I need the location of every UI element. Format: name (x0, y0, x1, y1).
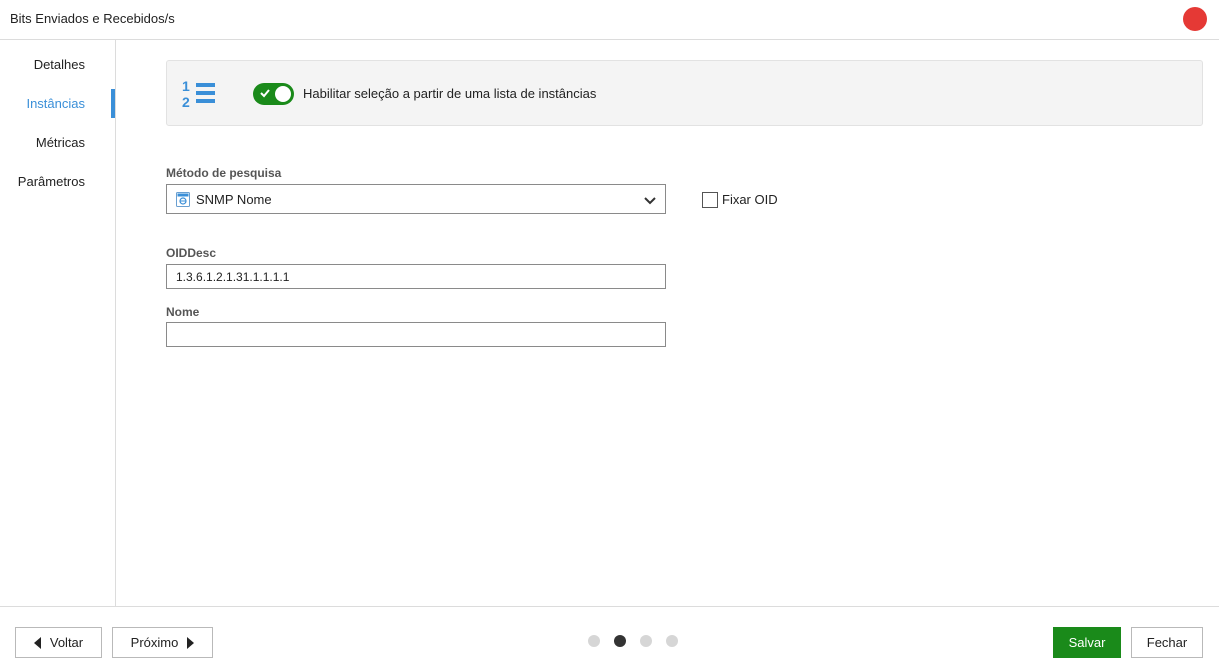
save-button[interactable]: Salvar (1053, 627, 1121, 658)
back-button[interactable]: Voltar (15, 627, 102, 658)
nome-input[interactable] (166, 322, 666, 347)
close-button[interactable]: Fechar (1131, 627, 1203, 658)
instance-list-toggle[interactable] (253, 83, 294, 105)
sidebar-active-indicator (111, 89, 115, 118)
title-bar: Bits Enviados e Recebidos/s (0, 0, 1219, 40)
oid-desc-label: OIDDesc (166, 246, 217, 260)
instance-list-banner: 1 2 Habilitar seleção a partir de uma li… (166, 60, 1203, 126)
sidebar-item-detalhes[interactable]: Detalhes (34, 57, 85, 72)
search-method-select[interactable]: SNMP Nome (166, 184, 666, 214)
svg-text:2: 2 (182, 94, 190, 110)
wizard-footer: Voltar Próximo Salvar Fechar (0, 606, 1219, 671)
back-button-label: Voltar (49, 635, 84, 650)
toggle-knob (275, 86, 291, 102)
page-dot-2[interactable] (614, 635, 626, 647)
page-dot-4[interactable] (666, 635, 678, 647)
fix-oid-checkbox[interactable] (702, 192, 718, 208)
sidebar-nav: Detalhes Instâncias Métricas Parâmetros (0, 40, 116, 606)
search-method-label: Método de pesquisa (166, 166, 282, 180)
save-button-label: Salvar (1068, 635, 1106, 650)
close-window-icon[interactable] (1183, 7, 1207, 31)
toggle-label: Habilitar seleção a partir de uma lista … (303, 86, 597, 101)
next-button-label: Próximo (130, 635, 179, 650)
close-button-label: Fechar (1146, 635, 1188, 650)
check-icon (260, 89, 270, 98)
chevron-down-icon (644, 197, 656, 205)
numbered-list-icon: 1 2 (182, 78, 215, 110)
sidebar-item-instancias[interactable]: Instâncias (26, 96, 85, 111)
sidebar-item-metricas[interactable]: Métricas (36, 135, 85, 150)
page-dot-3[interactable] (640, 635, 652, 647)
oid-desc-input[interactable] (166, 264, 666, 289)
fix-oid-label: Fixar OID (722, 192, 778, 207)
search-method-value: SNMP Nome (196, 192, 272, 207)
page-dot-1[interactable] (588, 635, 600, 647)
window-title: Bits Enviados e Recebidos/s (10, 11, 175, 26)
nome-label: Nome (166, 305, 200, 319)
svg-text:1: 1 (182, 78, 190, 94)
next-button[interactable]: Próximo (112, 627, 213, 658)
snmp-icon (176, 192, 190, 207)
arrow-left-icon (33, 636, 41, 649)
arrow-right-icon (187, 636, 195, 649)
sidebar-item-parametros[interactable]: Parâmetros (18, 174, 85, 189)
